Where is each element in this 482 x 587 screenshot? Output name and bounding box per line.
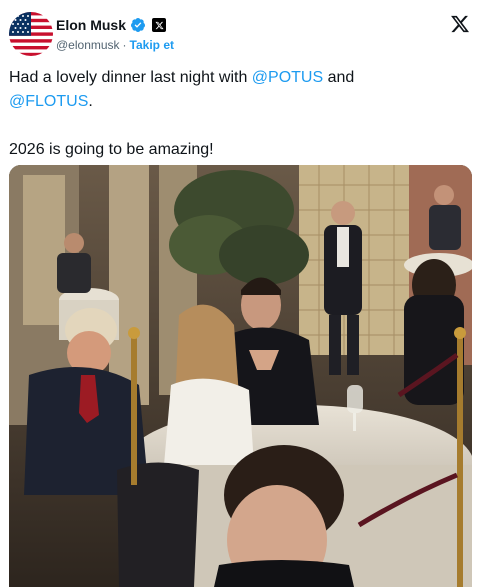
author-name-row: Elon Musk: [56, 16, 167, 34]
verified-badge-icon: [131, 18, 146, 32]
tweet-paragraph-1: Had a lovely dinner last night with @POT…: [9, 66, 469, 114]
mention-flotus-link[interactable]: @FLOTUS: [9, 93, 88, 110]
tweet-text-segment: and: [323, 69, 355, 86]
x-affiliation-icon: [152, 18, 167, 32]
tweet-photo[interactable]: [9, 165, 472, 587]
author-avatar[interactable]: [9, 12, 53, 56]
us-flag-avatar-icon: [9, 12, 53, 56]
dinner-photo-illustration: [9, 165, 472, 587]
follow-button[interactable]: Takip et: [130, 38, 174, 52]
tweet-text-segment: .: [88, 93, 93, 110]
x-logo-icon[interactable]: [450, 14, 470, 34]
author-handle-row: @elonmusk · Takip et: [56, 38, 174, 52]
mention-potus-link[interactable]: @POTUS: [252, 69, 323, 86]
separator-dot: ·: [122, 38, 127, 52]
author-handle[interactable]: @elonmusk: [56, 38, 120, 52]
tweet-text-segment: Had a lovely dinner last night with: [9, 69, 252, 86]
tweet-text: Had a lovely dinner last night with @POT…: [9, 66, 469, 162]
author-display-name[interactable]: Elon Musk: [56, 17, 126, 33]
tweet-card: Elon Musk @elonmusk · Takip et Had a lov…: [0, 0, 482, 587]
tweet-paragraph-2: 2026 is going to be amazing!: [9, 141, 214, 158]
